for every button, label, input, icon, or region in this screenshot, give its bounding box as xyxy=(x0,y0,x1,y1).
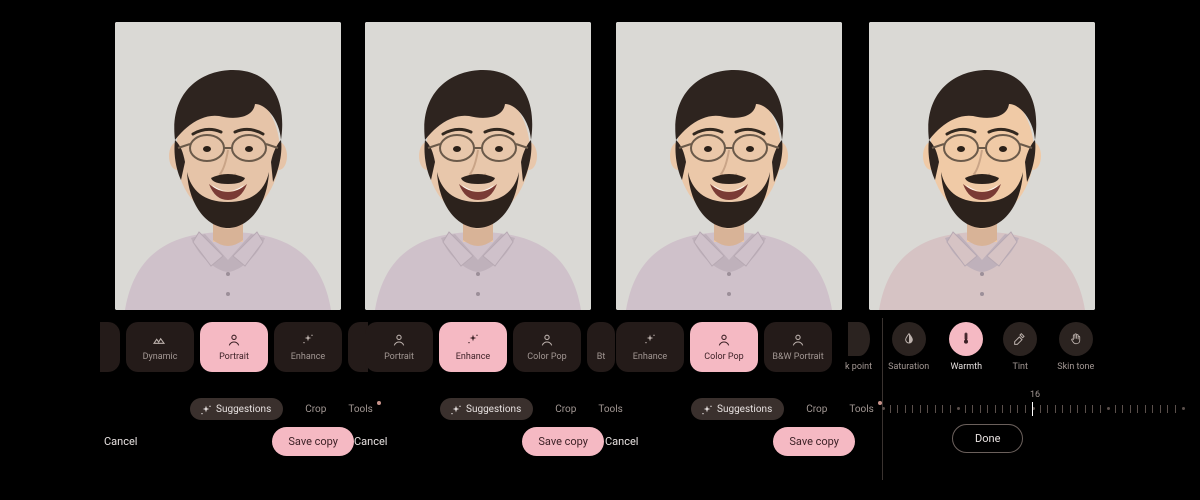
editor-toolbar: Suggestions Crop Tools xyxy=(190,398,373,420)
suggestions-label: Suggestions xyxy=(216,404,271,415)
adjustment-row: k point Saturation Warmth Tint Skin tone xyxy=(845,322,1094,372)
adjust-label: k point xyxy=(845,362,872,372)
tools-tab[interactable]: Tools xyxy=(348,404,372,415)
adjust-saturation[interactable]: Saturation xyxy=(888,322,929,372)
chip-enhance[interactable]: Enhance xyxy=(439,322,507,372)
adjust-label: Warmth xyxy=(950,362,982,372)
action-row: Cancel Save copy xyxy=(354,427,604,456)
blank-icon xyxy=(593,332,609,348)
suggestion-chips: Dynamic Portrait Enhance xyxy=(100,322,368,372)
person-icon xyxy=(790,332,806,348)
chip-label: Dynamic xyxy=(143,352,178,362)
sparkle-icon xyxy=(465,332,481,348)
landscape-icon xyxy=(152,332,168,348)
tools-tab[interactable]: Tools xyxy=(598,404,622,415)
chip-label: Color Pop xyxy=(704,352,743,362)
adjust-skin-tone[interactable]: Skin tone xyxy=(1057,322,1094,372)
warmth-slider[interactable]: 16 xyxy=(882,390,1188,420)
action-row: Cancel Save copy xyxy=(104,427,354,456)
editor-toolbar: Suggestions Crop Tools xyxy=(440,398,623,420)
chip-label: B&W Portrait xyxy=(772,352,823,362)
sparkle-icon xyxy=(448,403,460,415)
chip-label: Portrait xyxy=(219,352,249,362)
adjust-tint[interactable]: Tint xyxy=(1003,322,1037,372)
chip-enhance[interactable]: Enhance xyxy=(616,322,684,372)
person-icon xyxy=(716,332,732,348)
chip-label: Enhance xyxy=(633,352,667,362)
chip-portrait[interactable]: Portrait xyxy=(365,322,433,372)
cancel-button[interactable]: Cancel xyxy=(104,435,137,448)
sparkle-icon xyxy=(642,332,658,348)
person-icon xyxy=(226,332,242,348)
preview-photo xyxy=(616,22,842,310)
preview-photo xyxy=(869,22,1095,310)
adjust-label: Skin tone xyxy=(1057,362,1094,372)
editor-toolbar: Suggestions Crop Tools xyxy=(691,398,874,420)
chip-label: Portrait xyxy=(384,352,414,362)
slider-handle[interactable] xyxy=(1032,402,1033,416)
chip-label: Enhance xyxy=(456,352,490,362)
person-icon xyxy=(539,332,555,348)
save-copy-button[interactable]: Save copy xyxy=(272,427,354,456)
suggestions-button[interactable]: Suggestions xyxy=(691,398,784,420)
suggestions-button[interactable]: Suggestions xyxy=(440,398,533,420)
slider-track[interactable] xyxy=(882,402,1188,420)
adjust-label: Saturation xyxy=(888,362,929,372)
chip-portrait[interactable]: Portrait xyxy=(200,322,268,372)
chip-label: Color Pop xyxy=(527,352,566,362)
thermometer-icon xyxy=(949,322,983,356)
cancel-button[interactable]: Cancel xyxy=(605,435,638,448)
chip-dynamic[interactable]: Dynamic xyxy=(126,322,194,372)
action-row: Cancel Save copy xyxy=(605,427,855,456)
chip-label: Bt xyxy=(597,352,606,362)
save-copy-button[interactable]: Save copy xyxy=(773,427,855,456)
chip-enhance[interactable]: Enhance xyxy=(274,322,342,372)
eyedrop-icon xyxy=(1003,322,1037,356)
done-button[interactable]: Done xyxy=(952,424,1023,453)
slider-value: 16 xyxy=(882,390,1188,400)
adjust-warmth[interactable]: Warmth xyxy=(949,322,983,372)
blank-icon xyxy=(848,322,870,356)
crop-tab[interactable]: Crop xyxy=(555,404,576,415)
adjust-k-point[interactable]: k point xyxy=(845,322,872,372)
chip-overflow[interactable] xyxy=(100,322,120,372)
suggestion-chips: Enhance Color Pop B&W Portrait xyxy=(616,322,832,372)
tools-tab[interactable]: Tools xyxy=(849,404,873,415)
suggestion-chips: Portrait Enhance Color Pop Bt xyxy=(365,322,615,372)
crop-tab[interactable]: Crop xyxy=(806,404,827,415)
save-copy-button[interactable]: Save copy xyxy=(522,427,604,456)
chip-label: Enhance xyxy=(291,352,325,362)
adjust-label: Tint xyxy=(1013,362,1028,372)
hand-icon xyxy=(1059,322,1093,356)
crop-tab[interactable]: Crop xyxy=(305,404,326,415)
chip-color-pop[interactable]: Color Pop xyxy=(690,322,758,372)
sparkle-icon xyxy=(198,403,210,415)
cancel-button[interactable]: Cancel xyxy=(354,435,387,448)
chip-color-pop[interactable]: Color Pop xyxy=(513,322,581,372)
person-icon xyxy=(391,332,407,348)
sparkle-icon xyxy=(699,403,711,415)
sparkle-icon xyxy=(300,332,316,348)
chip-b-w-portrait[interactable]: B&W Portrait xyxy=(764,322,832,372)
preview-photo xyxy=(365,22,591,310)
suggestions-button[interactable]: Suggestions xyxy=(190,398,283,420)
droplet-icon xyxy=(892,322,926,356)
suggestions-label: Suggestions xyxy=(717,404,772,415)
chip-bt[interactable]: Bt xyxy=(587,322,615,372)
suggestions-label: Suggestions xyxy=(466,404,521,415)
preview-photo xyxy=(115,22,341,310)
